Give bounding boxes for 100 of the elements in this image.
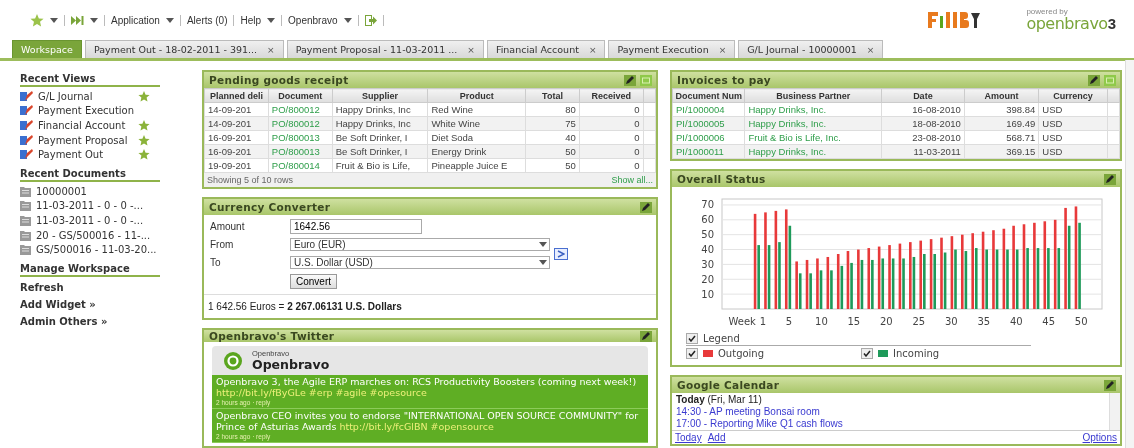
calendar-day: Today (Fri, Mar 11) xyxy=(676,394,1105,405)
sidebar-item[interactable]: 11-03-2011 - 0 - 0 -... xyxy=(20,198,160,214)
axis-label: 25 xyxy=(912,316,926,327)
widget-title: Pending goods receipt xyxy=(209,74,349,86)
checkbox[interactable] xyxy=(686,348,698,359)
sidebar-item[interactable]: GS/500016 - 11-03-20... xyxy=(20,242,160,257)
sidebar-item[interactable]: Financial Account xyxy=(20,118,160,133)
document-link[interactable]: PI/1000006 xyxy=(676,132,725,143)
sidebar-item[interactable]: 10000001 xyxy=(20,183,160,199)
document-link[interactable]: PO/800014 xyxy=(271,160,320,171)
sidebar-item[interactable]: Refresh xyxy=(20,278,160,296)
currency-select[interactable]: U.S. Dollar (USD) xyxy=(290,256,550,269)
caret-icon[interactable] xyxy=(539,260,547,265)
star-icon[interactable] xyxy=(138,149,150,161)
axis-label: 40 xyxy=(1009,316,1023,327)
column-header[interactable]: Document xyxy=(268,88,333,103)
column-header[interactable]: Document Num xyxy=(672,88,745,103)
star-icon[interactable] xyxy=(138,134,150,146)
axis-label: 5 xyxy=(785,316,793,327)
tab[interactable]: Financial Account × xyxy=(486,40,606,58)
edit-icon[interactable] xyxy=(623,74,636,86)
sidebar-item[interactable]: Payment Execution xyxy=(20,103,160,119)
sidebar-item[interactable]: Payment Out xyxy=(20,147,160,162)
sidebar-item[interactable]: Add Widget » xyxy=(20,295,160,313)
amount-field[interactable]: 1642.56 xyxy=(290,219,422,234)
column-header[interactable]: Date xyxy=(881,88,965,103)
menu-item[interactable]: Help xyxy=(240,14,262,26)
column-header[interactable]: Business Partner xyxy=(744,88,882,103)
edit-icon[interactable] xyxy=(1103,379,1116,391)
fast-forward-icon[interactable] xyxy=(71,15,84,25)
tab[interactable]: Payment Out - 18-02-2011 - 391... × xyxy=(84,40,284,58)
options-link[interactable]: Options xyxy=(1082,432,1117,443)
caret-icon[interactable] xyxy=(343,17,352,23)
edit-icon[interactable] xyxy=(639,330,652,342)
caret-icon[interactable] xyxy=(50,17,58,23)
menu-item[interactable]: Openbravo xyxy=(288,14,338,26)
partner-link[interactable]: Happy Drinks, Inc. xyxy=(748,104,827,115)
widget-title: Invoices to pay xyxy=(677,74,771,86)
column-header[interactable]: Currency xyxy=(1038,88,1108,103)
close-icon[interactable]: × xyxy=(718,44,727,55)
tab[interactable]: G/L Journal - 10000001 × xyxy=(738,40,884,58)
checkbox[interactable] xyxy=(686,333,698,344)
logout-icon[interactable] xyxy=(364,14,377,26)
account-logo-icon xyxy=(222,351,244,370)
conversion-result: 1 642.56 Euros = 2 267.06131 U.S. Dollars xyxy=(204,294,656,318)
sidebar-item[interactable]: Admin Others » xyxy=(20,312,160,330)
axis-label: 20 xyxy=(879,316,893,327)
caret-icon[interactable] xyxy=(267,17,276,23)
calendar-event[interactable]: 14:30 - AP meeting Bonsai room xyxy=(676,406,1105,417)
column-header[interactable]: Supplier xyxy=(332,88,428,103)
scrollbar[interactable] xyxy=(1109,393,1120,430)
field-label: From xyxy=(210,239,235,250)
widget-title: Openbravo's Twitter xyxy=(209,330,335,342)
section-heading: Manage Workspace xyxy=(20,262,160,277)
calendar-link[interactable]: Today xyxy=(675,432,702,443)
edit-icon[interactable] xyxy=(1087,74,1100,86)
window-icon xyxy=(20,105,33,117)
sidebar-item[interactable]: G/L Journal xyxy=(20,89,160,104)
document-link[interactable]: PO/800013 xyxy=(271,132,320,143)
caret-icon[interactable] xyxy=(90,17,98,23)
column-header[interactable]: Amount xyxy=(964,88,1039,103)
caret-icon[interactable] xyxy=(539,242,547,247)
document-link[interactable]: PI/1000004 xyxy=(676,104,725,115)
convert-button[interactable]: Convert xyxy=(290,274,337,289)
window-icon xyxy=(20,149,33,161)
checkbox[interactable] xyxy=(861,348,873,359)
tab[interactable]: Payment Proposal - 11-03-2011 ... × xyxy=(286,40,484,58)
document-icon xyxy=(20,229,31,241)
star-icon[interactable] xyxy=(138,90,150,102)
document-link[interactable]: PO/800012 xyxy=(271,104,320,115)
close-icon[interactable]: × xyxy=(866,44,875,55)
sidebar-item[interactable]: 20 - GS/500016 - 11-... xyxy=(20,227,160,243)
sidebar-item[interactable]: 11-03-2011 - 0 - 0 -... xyxy=(20,213,160,228)
edit-icon[interactable] xyxy=(1103,173,1116,185)
close-icon[interactable]: × xyxy=(467,44,475,55)
star-icon[interactable] xyxy=(30,13,44,27)
scrollbar[interactable] xyxy=(1125,60,1134,448)
menu-item[interactable]: Alerts (0) xyxy=(186,14,228,26)
currency-select[interactable]: Euro (EUR) xyxy=(290,238,550,251)
widget-title: Currency Converter xyxy=(209,201,331,213)
menu-item[interactable]: Application xyxy=(111,14,160,26)
tab[interactable]: Payment Execution × xyxy=(608,40,736,58)
partner-link[interactable]: Fruit & Bio is Life, Inc. xyxy=(748,132,841,143)
calendar-link[interactable]: Add xyxy=(707,432,726,443)
column-header[interactable]: Total xyxy=(525,88,580,103)
axis-label: 20 xyxy=(701,273,714,285)
calendar-event[interactable]: 17:00 - Reporting Mike Q1 cash flows xyxy=(676,418,1105,429)
close-icon[interactable]: × xyxy=(267,44,275,55)
document-icon xyxy=(20,185,31,197)
caret-icon[interactable] xyxy=(165,17,174,23)
axis-label: 1 xyxy=(759,316,767,327)
close-icon[interactable]: × xyxy=(588,44,597,55)
edit-icon[interactable] xyxy=(639,201,652,213)
column-header[interactable]: Received xyxy=(579,88,644,103)
star-icon[interactable] xyxy=(138,120,150,131)
swap-button[interactable] xyxy=(554,247,568,260)
column-header[interactable]: Planned deli xyxy=(204,88,269,103)
version-number: 3 xyxy=(1107,16,1116,31)
column-header[interactable]: Product xyxy=(427,88,526,103)
sidebar-item[interactable]: Payment Proposal xyxy=(20,132,160,148)
